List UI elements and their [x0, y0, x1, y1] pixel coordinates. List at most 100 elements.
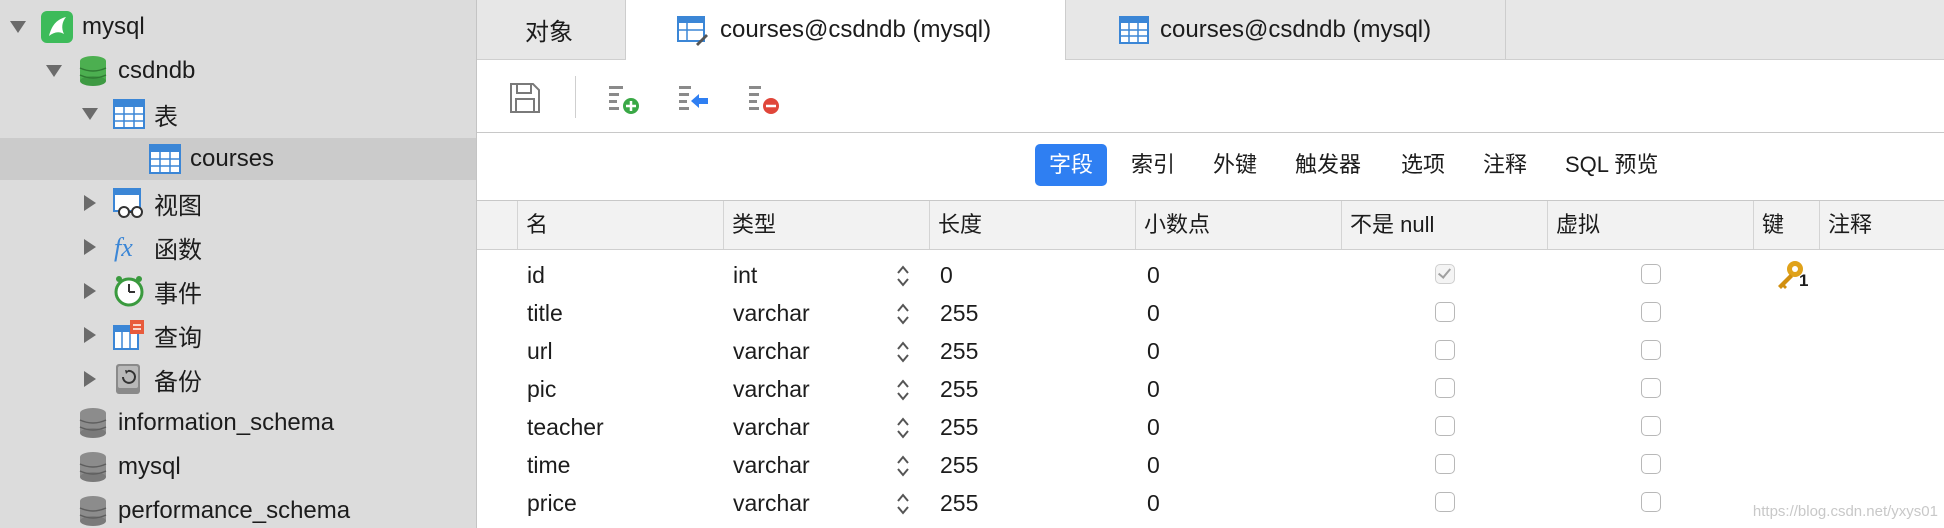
- field-name-cell[interactable]: time: [527, 446, 570, 484]
- field-length-cell[interactable]: 0: [940, 256, 953, 294]
- field-decimals-cell[interactable]: 0: [1147, 484, 1160, 522]
- field-decimals-cell[interactable]: 0: [1147, 294, 1160, 332]
- field-type-cell[interactable]: varchar: [733, 446, 810, 484]
- field-type-cell[interactable]: varchar: [733, 484, 810, 522]
- disclosure-collapsed-icon[interactable]: [84, 371, 96, 387]
- column-header-not-null[interactable]: 不是 null: [1341, 201, 1547, 249]
- virtual-checkbox[interactable]: [1641, 454, 1661, 474]
- column-header-comment[interactable]: 注释: [1819, 201, 1944, 249]
- not-null-checkbox[interactable]: [1435, 340, 1455, 360]
- field-decimals-cell[interactable]: 0: [1147, 408, 1160, 446]
- field-name-cell[interactable]: id: [527, 256, 545, 294]
- field-length-cell[interactable]: 255: [940, 446, 978, 484]
- tree-item-courses[interactable]: courses: [0, 138, 476, 180]
- not-null-checkbox[interactable]: [1435, 492, 1455, 512]
- field-type-cell[interactable]: varchar: [733, 294, 810, 332]
- subtab-fields[interactable]: 字段: [1035, 144, 1108, 186]
- field-type-cell[interactable]: int: [733, 256, 757, 294]
- tree-item-mysql-db[interactable]: mysql: [0, 446, 476, 488]
- type-dropdown-stepper-icon[interactable]: [895, 264, 911, 288]
- field-decimals-cell[interactable]: 0: [1147, 256, 1160, 294]
- field-length-cell[interactable]: 255: [940, 370, 978, 408]
- tree-item-functions[interactable]: fx 函数: [0, 226, 476, 268]
- delete-field-icon[interactable]: [745, 80, 781, 116]
- subtab-comment[interactable]: 注释: [1469, 144, 1541, 186]
- field-length-cell[interactable]: 255: [940, 294, 978, 332]
- field-length-cell[interactable]: 255: [940, 332, 978, 370]
- virtual-checkbox[interactable]: [1641, 302, 1661, 322]
- tree-item-events[interactable]: 事件: [0, 270, 476, 312]
- tree-item-information-schema[interactable]: information_schema: [0, 402, 476, 444]
- type-dropdown-stepper-icon[interactable]: [895, 302, 911, 326]
- column-header-key[interactable]: 键: [1753, 201, 1819, 249]
- tree-item-csdndb[interactable]: csdndb: [0, 50, 476, 92]
- column-header-name[interactable]: 名: [517, 201, 723, 249]
- subtab-indexes[interactable]: 索引: [1117, 144, 1189, 186]
- table-row[interactable]: teacher varchar 255 0: [477, 408, 1944, 446]
- table-row[interactable]: time varchar 255 0: [477, 446, 1944, 484]
- column-header-decimals[interactable]: 小数点: [1135, 201, 1341, 249]
- tree-item-views[interactable]: 视图: [0, 182, 476, 224]
- tab-courses-data[interactable]: courses@csdndb (mysql): [1066, 0, 1506, 59]
- table-icon: [1119, 16, 1149, 44]
- virtual-checkbox[interactable]: [1641, 492, 1661, 512]
- column-header-length[interactable]: 长度: [929, 201, 1135, 249]
- table-row[interactable]: pic varchar 255 0: [477, 370, 1944, 408]
- field-type-cell[interactable]: varchar: [733, 332, 810, 370]
- column-header-virtual[interactable]: 虚拟: [1547, 201, 1753, 249]
- virtual-checkbox[interactable]: [1641, 378, 1661, 398]
- table-row[interactable]: price varchar 255 0: [477, 484, 1944, 522]
- insert-field-icon[interactable]: [675, 80, 711, 116]
- field-type-cell[interactable]: varchar: [733, 370, 810, 408]
- field-name-cell[interactable]: pic: [527, 370, 556, 408]
- field-length-cell[interactable]: 255: [940, 408, 978, 446]
- subtab-sql-preview[interactable]: SQL 预览: [1551, 144, 1672, 186]
- tree-item-backups[interactable]: 备份: [0, 358, 476, 400]
- virtual-checkbox[interactable]: [1641, 416, 1661, 436]
- column-header-type[interactable]: 类型: [723, 201, 929, 249]
- disclosure-collapsed-icon[interactable]: [84, 327, 96, 343]
- disclosure-expanded-icon[interactable]: [82, 108, 98, 120]
- field-decimals-cell[interactable]: 0: [1147, 446, 1160, 484]
- tree-item-queries[interactable]: 查询: [0, 314, 476, 356]
- virtual-checkbox[interactable]: [1641, 264, 1661, 284]
- tree-item-tables[interactable]: 表: [0, 93, 476, 135]
- not-null-checkbox[interactable]: [1435, 264, 1455, 284]
- disclosure-expanded-icon[interactable]: [46, 65, 62, 77]
- type-dropdown-stepper-icon[interactable]: [895, 416, 911, 440]
- not-null-checkbox[interactable]: [1435, 302, 1455, 322]
- table-row[interactable]: url varchar 255 0: [477, 332, 1944, 370]
- disclosure-expanded-icon[interactable]: [10, 21, 26, 33]
- field-name-cell[interactable]: title: [527, 294, 563, 332]
- disclosure-collapsed-icon[interactable]: [84, 239, 96, 255]
- not-null-checkbox[interactable]: [1435, 378, 1455, 398]
- virtual-checkbox[interactable]: [1641, 340, 1661, 360]
- type-dropdown-stepper-icon[interactable]: [895, 492, 911, 516]
- save-icon[interactable]: [507, 80, 543, 116]
- table-row[interactable]: title varchar 255 0: [477, 294, 1944, 332]
- disclosure-collapsed-icon[interactable]: [84, 195, 96, 211]
- field-name-cell[interactable]: url: [527, 332, 553, 370]
- type-dropdown-stepper-icon[interactable]: [895, 340, 911, 364]
- tree-item-mysql-connection[interactable]: mysql: [0, 6, 476, 48]
- field-decimals-cell[interactable]: 0: [1147, 332, 1160, 370]
- tree-item-performance-schema[interactable]: performance_schema: [0, 490, 476, 528]
- tab-objects[interactable]: 对象: [477, 0, 626, 59]
- add-field-icon[interactable]: [605, 80, 641, 116]
- not-null-checkbox[interactable]: [1435, 416, 1455, 436]
- database-icon: [79, 56, 107, 86]
- subtab-triggers[interactable]: 触发器: [1281, 144, 1375, 186]
- field-name-cell[interactable]: price: [527, 484, 577, 522]
- subtab-foreign-keys[interactable]: 外键: [1199, 144, 1271, 186]
- disclosure-collapsed-icon[interactable]: [84, 283, 96, 299]
- type-dropdown-stepper-icon[interactable]: [895, 378, 911, 402]
- field-length-cell[interactable]: 255: [940, 484, 978, 522]
- subtab-options[interactable]: 选项: [1387, 144, 1459, 186]
- field-type-cell[interactable]: varchar: [733, 408, 810, 446]
- tab-courses-design[interactable]: courses@csdndb (mysql): [626, 0, 1066, 60]
- table-row[interactable]: id int 0 0 1: [477, 256, 1944, 294]
- type-dropdown-stepper-icon[interactable]: [895, 454, 911, 478]
- field-decimals-cell[interactable]: 0: [1147, 370, 1160, 408]
- not-null-checkbox[interactable]: [1435, 454, 1455, 474]
- field-name-cell[interactable]: teacher: [527, 408, 604, 446]
